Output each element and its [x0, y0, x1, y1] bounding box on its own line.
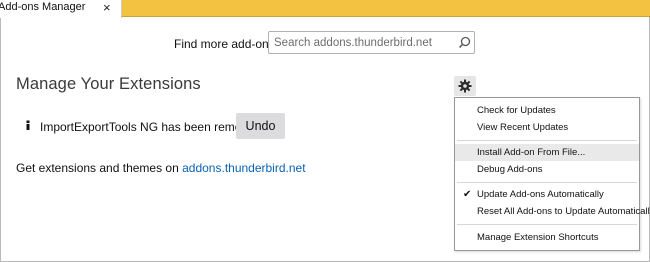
menu-separator: [457, 140, 637, 141]
menu-item-label: Debug Add-ons: [477, 164, 543, 175]
info-icon: [26, 120, 30, 130]
removed-notice: ImportExportTools NG has been removed.: [40, 120, 265, 134]
addons-site-link[interactable]: addons.thunderbird.net: [182, 161, 305, 175]
menu-item-manage-shortcuts[interactable]: Manage Extension Shortcuts: [455, 229, 639, 246]
search-icon[interactable]: [458, 36, 471, 49]
search-box[interactable]: [268, 31, 475, 54]
tab-title: Add-ons Manager: [0, 1, 86, 13]
find-more-label: Find more add-ons: [174, 37, 275, 51]
menu-item-label: Install Add-on From File...: [477, 147, 586, 158]
menu-item-label: Reset All Add-ons to Update Automaticall…: [477, 206, 650, 217]
page-title: Manage Your Extensions: [16, 75, 201, 93]
menu-item-label: Update Add-ons Automatically: [477, 189, 604, 200]
menu-item-reset-all-auto-update[interactable]: Reset All Add-ons to Update Automaticall…: [455, 203, 650, 220]
menu-item-label: View Recent Updates: [477, 122, 569, 133]
menu-item-install-from-file[interactable]: Install Add-on From File...: [455, 144, 639, 161]
menu-item-debug-addons[interactable]: Debug Add-ons: [455, 161, 639, 178]
menu-item-label: Manage Extension Shortcuts: [477, 232, 599, 243]
menu-separator: [457, 182, 637, 183]
tools-menu-button[interactable]: [454, 76, 476, 96]
gear-icon: [458, 79, 472, 93]
menu-item-check-for-updates[interactable]: Check for Updates: [455, 102, 639, 119]
undo-button[interactable]: Undo: [236, 113, 285, 139]
tab-strip: Add-ons Manager ×: [0, 0, 650, 18]
tools-dropdown-menu: Check for Updates View Recent Updates In…: [454, 97, 650, 251]
menu-separator: [457, 224, 637, 225]
checkmark-icon: ✔: [463, 189, 472, 200]
tab-addons-manager[interactable]: Add-ons Manager ×: [0, 0, 122, 18]
get-extensions-prefix: Get extensions and themes on: [16, 161, 183, 175]
menu-item-update-automatically[interactable]: ✔ Update Add-ons Automatically: [455, 186, 639, 203]
menu-item-label: Check for Updates: [477, 105, 556, 116]
get-extensions-text: Get extensions and themes on addons.thun…: [16, 161, 306, 175]
search-input[interactable]: [274, 35, 454, 50]
menu-item-view-recent-updates[interactable]: View Recent Updates: [455, 119, 639, 136]
close-icon[interactable]: ×: [103, 0, 111, 16]
